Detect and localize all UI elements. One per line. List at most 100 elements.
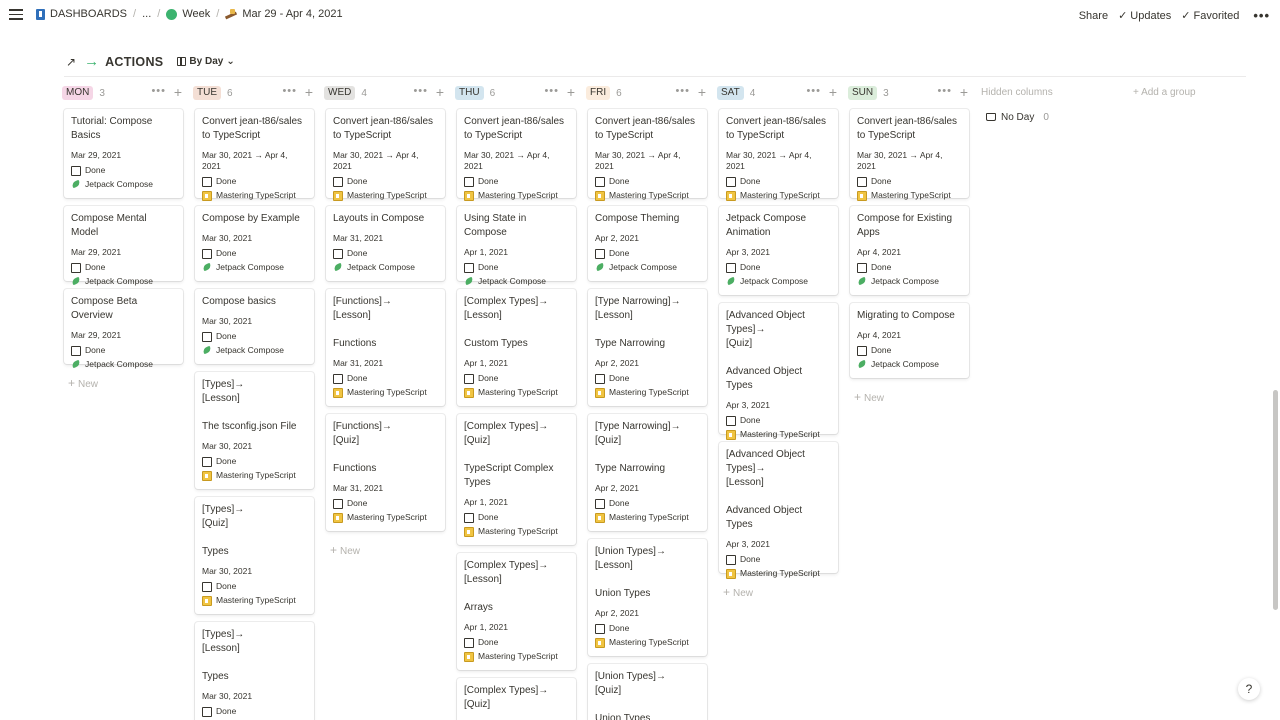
new-card-button[interactable]: + New <box>723 585 753 599</box>
card-project-tag[interactable]: Mastering TypeScript <box>464 190 569 201</box>
breadcrumb-dashboards[interactable]: DASHBOARDS <box>33 8 130 20</box>
favorited-button[interactable]: ✓ Favorited <box>1181 9 1239 23</box>
done-checkbox[interactable] <box>464 262 474 273</box>
card-project-tag[interactable]: Jetpack Compose <box>202 262 307 273</box>
card[interactable]: Compose Theming Apr 2, 2021 Done Jetpack Co… <box>588 206 707 281</box>
card[interactable]: Convert jean-t86/sales to TypeScript Mar … <box>719 109 838 201</box>
column-label[interactable]: TUE <box>193 86 221 100</box>
done-checkbox[interactable] <box>202 331 212 342</box>
card[interactable]: [Complex Types]→ [Lesson] Custom Types Ap… <box>457 289 576 406</box>
card-project-tag[interactable]: Mastering TypeScript <box>202 470 307 481</box>
done-checkbox[interactable] <box>595 248 605 259</box>
card[interactable]: Compose Mental Model Mar 29, 2021 Done Jetp… <box>64 206 183 286</box>
menu-icon[interactable] <box>8 6 24 24</box>
card[interactable]: Jetpack Compose Animation Apr 3, 2021 Done… <box>719 206 838 295</box>
card[interactable]: Convert jean-t86/sales to TypeScript Mar … <box>195 109 314 201</box>
column-more-icon[interactable]: ••• <box>151 85 166 97</box>
open-as-page-icon[interactable]: ↗ <box>66 55 76 69</box>
done-checkbox[interactable] <box>595 498 605 509</box>
card-project-tag[interactable]: Jetpack Compose <box>71 276 176 287</box>
hidden-group-no-day[interactable]: No Day 0 <box>981 108 1101 126</box>
card-project-tag[interactable]: Jetpack Compose <box>71 179 176 190</box>
done-checkbox[interactable] <box>333 176 343 187</box>
card[interactable]: [Type Narrowing]→ [Quiz] Type Narrowing A… <box>588 414 707 531</box>
done-checkbox[interactable] <box>464 176 474 187</box>
card[interactable]: [Union Types]→ [Quiz] Union TypesApr 2, … <box>588 664 707 720</box>
done-checkbox[interactable] <box>202 581 212 592</box>
done-checkbox[interactable] <box>595 623 605 634</box>
done-checkbox[interactable] <box>726 415 736 426</box>
done-checkbox[interactable] <box>202 248 212 259</box>
card[interactable]: Convert jean-t86/sales to TypeScript Mar … <box>457 109 576 201</box>
column-add-icon[interactable]: + <box>305 84 313 100</box>
card[interactable]: Compose for Existing Apps Apr 4, 2021 Done… <box>850 206 969 295</box>
done-checkbox[interactable] <box>726 262 736 273</box>
view-title[interactable]: ACTIONS <box>105 55 163 69</box>
done-checkbox[interactable] <box>202 456 212 467</box>
card-project-tag[interactable]: Jetpack Compose <box>726 276 831 287</box>
column-more-icon[interactable]: ••• <box>544 85 559 97</box>
help-button[interactable]: ? <box>1238 678 1260 700</box>
card[interactable]: Convert jean-t86/sales to TypeScript Mar … <box>588 109 707 201</box>
card[interactable]: [Union Types]→ [Lesson] Union Types Apr 2… <box>588 539 707 656</box>
card[interactable]: [Complex Types]→ [Lesson] Arrays Apr 1, 2… <box>457 553 576 670</box>
done-checkbox[interactable] <box>71 262 81 273</box>
more-options-icon[interactable]: ••• <box>1253 8 1270 23</box>
card[interactable]: Convert jean-t86/sales to TypeScript Mar … <box>850 109 969 201</box>
share-button[interactable]: Share <box>1079 10 1108 22</box>
column-more-icon[interactable]: ••• <box>675 85 690 97</box>
card-project-tag[interactable]: Mastering TypeScript <box>333 190 438 201</box>
column-add-icon[interactable]: + <box>436 84 444 100</box>
new-card-button[interactable]: + New <box>854 390 884 404</box>
vertical-scrollbar[interactable] <box>1273 390 1278 610</box>
card-project-tag[interactable]: Jetpack Compose <box>857 359 962 370</box>
column-add-icon[interactable]: + <box>698 84 706 100</box>
done-checkbox[interactable] <box>464 373 474 384</box>
card[interactable]: Layouts in Compose Mar 31, 2021 Done Jetpac… <box>326 206 445 281</box>
card[interactable]: [Complex Types]→ [Quiz] TypeScript Array… <box>457 678 576 720</box>
card-project-tag[interactable]: Mastering TypeScript <box>595 387 700 398</box>
column-more-icon[interactable]: ••• <box>413 85 428 97</box>
card-project-tag[interactable]: Jetpack Compose <box>202 345 307 356</box>
new-card-button[interactable]: + New <box>330 543 360 557</box>
card-project-tag[interactable]: Jetpack Compose <box>333 262 438 273</box>
card[interactable]: [Types]→ [Quiz] Types Mar 30, 2021 Done Mas… <box>195 497 314 614</box>
card[interactable]: Compose basics Mar 30, 2021 Done Jetpack Co… <box>195 289 314 364</box>
card-project-tag[interactable]: Mastering TypeScript <box>464 651 569 662</box>
column-label[interactable]: WED <box>324 86 356 100</box>
add-group-button[interactable]: + Add a group <box>1133 87 1196 98</box>
done-checkbox[interactable] <box>726 176 736 187</box>
column-add-icon[interactable]: + <box>174 84 182 100</box>
done-checkbox[interactable] <box>333 373 343 384</box>
done-checkbox[interactable] <box>464 512 474 523</box>
done-checkbox[interactable] <box>857 262 867 273</box>
card-project-tag[interactable]: Mastering TypeScript <box>595 512 700 523</box>
column-more-icon[interactable]: ••• <box>937 85 952 97</box>
card-project-tag[interactable]: Mastering TypeScript <box>464 526 569 537</box>
card[interactable]: [Functions]→ [Quiz] Functions Mar 31, 202… <box>326 414 445 531</box>
card-project-tag[interactable]: Jetpack Compose <box>857 276 962 287</box>
done-checkbox[interactable] <box>857 176 867 187</box>
card-project-tag[interactable]: Mastering TypeScript <box>202 190 307 201</box>
card-project-tag[interactable]: Mastering TypeScript <box>333 512 438 523</box>
column-label[interactable]: FRI <box>586 86 611 100</box>
done-checkbox[interactable] <box>202 176 212 187</box>
card-project-tag[interactable]: Jetpack Compose <box>595 262 700 273</box>
done-checkbox[interactable] <box>726 554 736 565</box>
done-checkbox[interactable] <box>71 165 81 176</box>
new-card-button[interactable]: + New <box>68 376 98 390</box>
card-project-tag[interactable]: Mastering TypeScript <box>464 387 569 398</box>
done-checkbox[interactable] <box>857 345 867 356</box>
column-add-icon[interactable]: + <box>829 84 837 100</box>
view-selector[interactable]: By Day ⌄ <box>177 56 235 67</box>
card[interactable]: [Types]→ [Lesson] The tsconfig.json File… <box>195 372 314 489</box>
done-checkbox[interactable] <box>202 706 212 717</box>
card[interactable]: [Functions]→ [Lesson] Functions Mar 31, 2… <box>326 289 445 406</box>
done-checkbox[interactable] <box>333 498 343 509</box>
breadcrumb-date-range[interactable]: Mar 29 - Apr 4, 2021 <box>222 8 345 20</box>
card-project-tag[interactable]: Jetpack Compose <box>464 276 569 287</box>
card[interactable]: Compose Beta Overview Mar 29, 2021 Done Jet… <box>64 289 183 369</box>
card[interactable]: [Types]→ [Lesson] TypesMar 30, 2021DoneM… <box>195 622 314 720</box>
column-add-icon[interactable]: + <box>960 84 968 100</box>
card[interactable]: Compose by Example Mar 30, 2021 Done Jetpac… <box>195 206 314 281</box>
